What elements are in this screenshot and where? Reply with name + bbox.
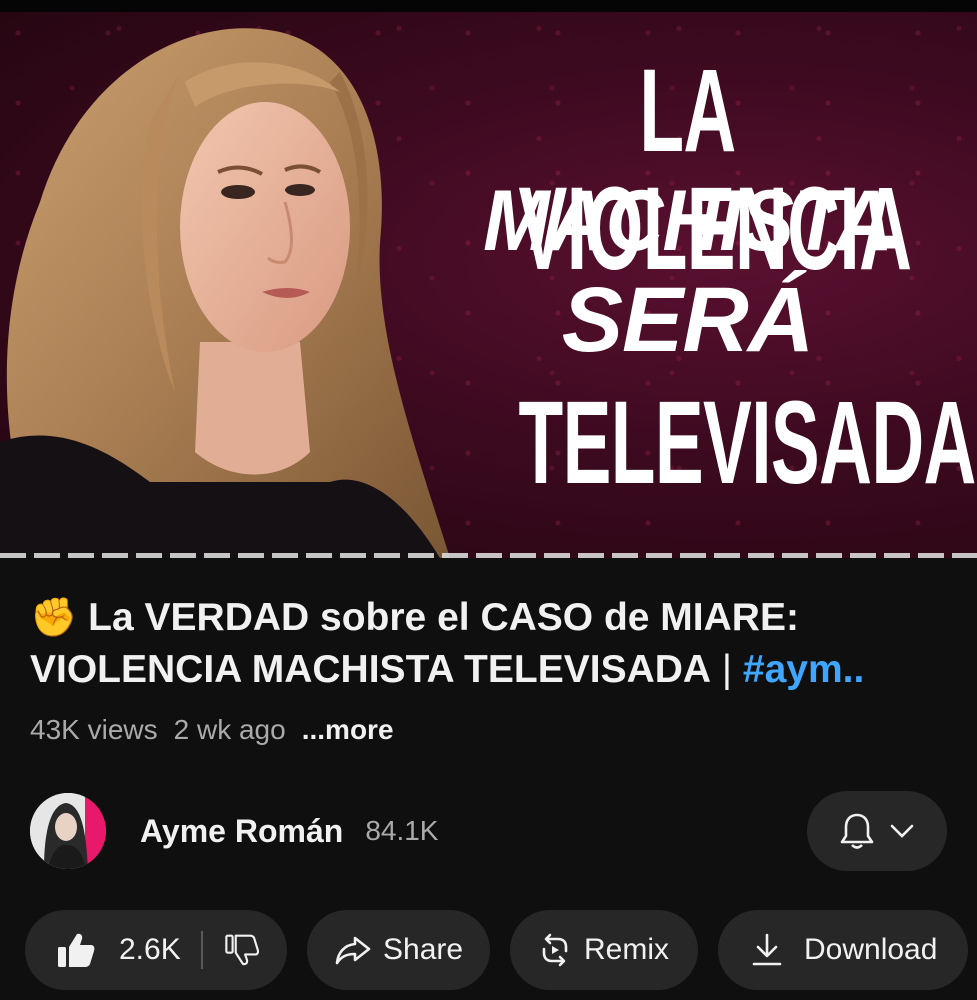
upload-age: 2 wk ago	[173, 714, 286, 745]
bell-icon	[840, 813, 874, 849]
download-icon	[752, 933, 782, 966]
thumbnail-line-4: TELEVISADA	[518, 377, 977, 509]
download-label: Download	[804, 933, 938, 966]
action-bar: 2.6K Share Remix Download	[25, 910, 977, 990]
video-player[interactable]: LA VIOLENCIA MACHISTA SERÁ TELEVISADA	[0, 0, 977, 558]
thumbnail-person-image	[0, 28, 450, 558]
remix-icon	[542, 933, 568, 967]
like-divider	[200, 931, 203, 969]
video-meta[interactable]: 43K views 2 wk ago ...more	[30, 714, 394, 746]
video-title[interactable]: ✊ La VERDAD sobre el CASO de MIARE: VIOL…	[30, 592, 955, 695]
thumbnail-headline: LA VIOLENCIA MACHISTA SERÁ TELEVISADA	[415, 45, 977, 509]
subscriber-count: 84.1K	[365, 815, 439, 846]
video-title-text: La VERDAD sobre el CASO de MIARE: VIOLEN…	[30, 596, 799, 691]
channel-name[interactable]: Ayme Román	[140, 813, 343, 850]
thumbs-up-icon[interactable]	[57, 932, 95, 968]
thumbnail-line-1: LA VIOLENCIA	[518, 45, 912, 295]
download-button[interactable]: Download	[718, 910, 968, 990]
raised-fist-icon: ✊	[30, 597, 78, 639]
view-count: 43K views	[30, 714, 158, 745]
avatar-portrait-icon	[30, 793, 106, 869]
share-icon	[335, 936, 371, 965]
share-button[interactable]: Share	[307, 910, 490, 990]
share-label: Share	[383, 933, 464, 966]
title-hashtag-link[interactable]: #aym..	[743, 648, 864, 691]
title-separator: |	[711, 648, 743, 691]
channel-avatar[interactable]	[30, 793, 106, 869]
status-bar	[0, 0, 977, 12]
like-dislike-pill: 2.6K	[25, 910, 287, 990]
video-thumbnail[interactable]: LA VIOLENCIA MACHISTA SERÁ TELEVISADA	[0, 12, 977, 558]
notification-settings-button[interactable]	[807, 791, 947, 871]
thumbs-down-icon[interactable]	[224, 933, 259, 967]
more-link[interactable]: ...more	[302, 714, 394, 746]
remix-button[interactable]: Remix	[510, 910, 698, 990]
video-watch-screen: LA VIOLENCIA MACHISTA SERÁ TELEVISADA ✊ …	[0, 0, 977, 1000]
chevron-down-icon	[890, 824, 914, 838]
video-progress-bar[interactable]	[0, 553, 977, 558]
remix-label: Remix	[584, 933, 670, 966]
like-count[interactable]: 2.6K	[119, 933, 181, 967]
thumbnail-line-2: MACHISTA	[483, 173, 893, 269]
channel-row[interactable]: Ayme Román 84.1K	[30, 790, 947, 872]
